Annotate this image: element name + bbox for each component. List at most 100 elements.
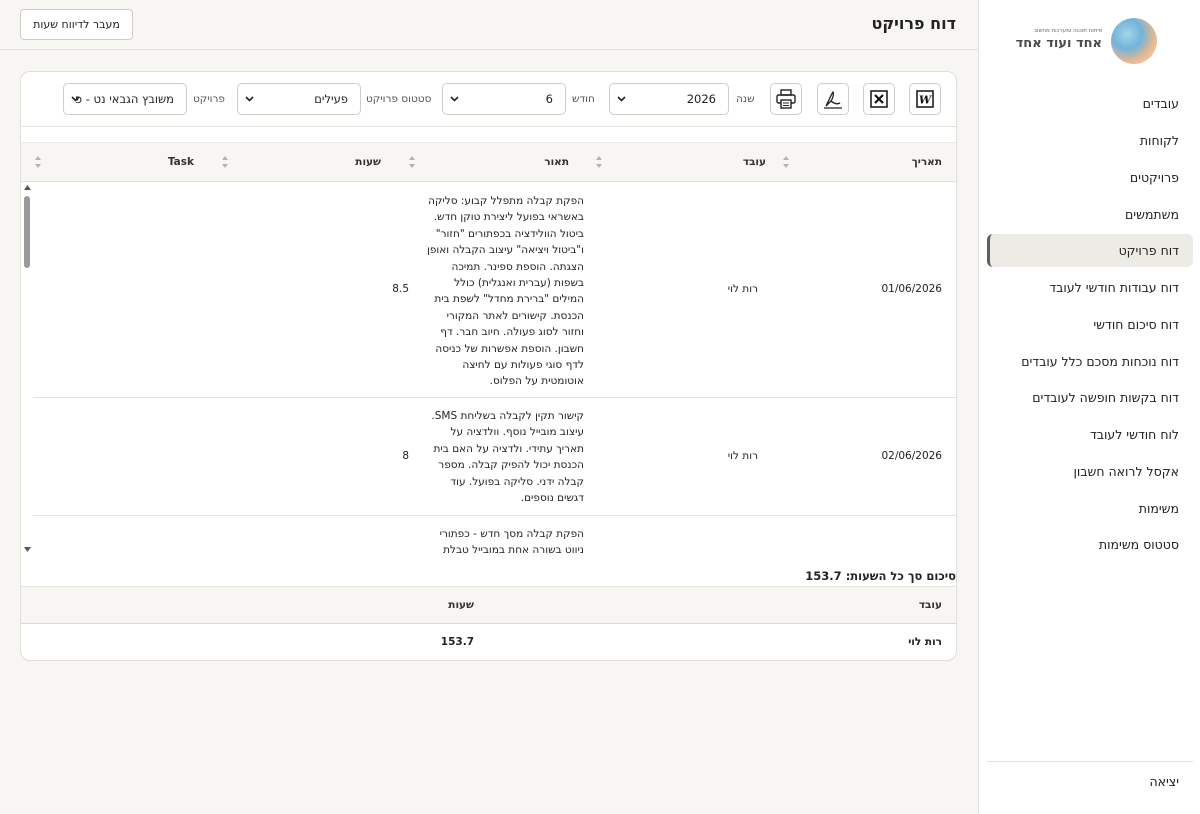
svg-text:W: W <box>919 94 933 107</box>
scroll-down-icon[interactable] <box>23 546 32 553</box>
scroll-up-icon[interactable] <box>23 184 32 191</box>
sidebar-item-monthly-work-report[interactable]: דוח עבודות חודשי לעובד <box>987 271 1193 304</box>
table-scrollbar[interactable] <box>21 182 35 560</box>
description-line: עיצוב מובייל נוסף. וולדציה על <box>450 426 585 439</box>
description-line: קישור תקין לקבלה בשליחת SMS. <box>431 410 584 422</box>
column-header-hours[interactable]: שעות <box>355 156 381 168</box>
logo-title: אחד ועוד אחד <box>1015 36 1102 51</box>
chevron-down-icon <box>245 96 254 102</box>
print-button[interactable] <box>770 83 802 115</box>
page-header: דוח פרויקט מעבר לדיווח שעות <box>0 0 978 50</box>
row-hours: 8 <box>402 450 409 462</box>
month-value: 6 <box>545 92 553 106</box>
sidebar-item-monthly-summary[interactable]: דוח סיכום חודשי <box>987 308 1193 341</box>
summary-table-header: עובד שעות <box>21 586 956 624</box>
project-label: פרויקט <box>193 93 225 105</box>
chevron-down-icon <box>617 96 626 102</box>
description-line: הצגתה. הוספת ספינר. תמיכה <box>451 260 584 273</box>
sidebar-item-projects[interactable]: פרויקטים <box>987 161 1193 194</box>
description-line: חשבון. הוספת אפשרות של כניסה <box>435 342 584 355</box>
year-label: שנה <box>736 93 755 105</box>
row-employee: רות לוי <box>727 450 758 462</box>
sort-icon[interactable] <box>34 154 42 170</box>
row-hours: 8.5 <box>392 283 409 295</box>
description-line: לדף סוגי פעולות עם לחיצה <box>462 359 584 372</box>
sidebar-item-attendance-report[interactable]: דוח נוכחות מסכם כלל עובדים <box>987 345 1193 378</box>
year-select[interactable]: 2026 <box>609 83 729 115</box>
table-header: תאריך עובד תאור שעות Task <box>21 142 956 182</box>
report-card: W שנה 2026 חודש 6 סטטוס פרויקט פעילים פר… <box>20 71 957 661</box>
table-row: הפקת קבלה מסך חדש - כפתורי ניווט בשורה אח… <box>33 516 956 560</box>
row-date: 02/06/2026 <box>881 450 942 462</box>
description-line: ביטול הוולידציה בכפתורים "חזור" <box>435 227 584 240</box>
description-line: דגשים נוספים. <box>520 492 584 505</box>
print-icon <box>776 89 796 109</box>
project-value: משובץ הגבאי נט - פ <box>74 92 174 106</box>
sidebar-item-monthly-calendar[interactable]: לוח חודשי לעובד <box>987 418 1193 451</box>
sort-icon[interactable] <box>408 154 416 170</box>
sidebar-divider <box>987 761 1193 762</box>
filter-bar: W שנה 2026 חודש 6 סטטוס פרויקט פעילים פר… <box>21 72 956 127</box>
row-date: 01/06/2026 <box>881 283 942 295</box>
summary-employee: רות לוי <box>908 636 942 648</box>
chevron-down-icon <box>450 96 459 102</box>
project-select[interactable]: משובץ הגבאי נט - פ <box>63 83 187 115</box>
description-line: הכנסת. קישורים לאתר המקורי <box>446 309 584 322</box>
description-line: ניווט בשורה אחת במובייל טבלת <box>443 544 584 557</box>
export-excel-button[interactable] <box>863 83 895 115</box>
sidebar-item-tasks[interactable]: משימות <box>987 492 1193 525</box>
sort-icon[interactable] <box>595 154 603 170</box>
summary-column-hours: שעות <box>448 599 474 611</box>
sidebar-item-task-status[interactable]: סטטוס משימות <box>987 528 1193 561</box>
summary-total-hours: סיכום סך כל השעות: 153.7 <box>805 569 956 583</box>
scrollbar-thumb[interactable] <box>24 196 30 268</box>
column-header-date[interactable]: תאריך <box>912 156 942 168</box>
sidebar-item-accountant-excel[interactable]: אקסל לרואה חשבון <box>987 455 1193 488</box>
project-status-label: סטטוס פרויקט <box>366 93 432 105</box>
description-line: וחזור לסוג פעולה. חיוב חבר. דף <box>440 326 584 339</box>
description-line: המילים "ברירת מחדל" לשפת בית <box>434 293 584 306</box>
logout-link[interactable]: יציאה <box>987 768 1193 796</box>
sort-icon[interactable] <box>221 154 229 170</box>
description-line: הפקת קבלה מתפלל קבוע: סליקה <box>428 195 584 207</box>
export-word-button[interactable]: W <box>909 83 941 115</box>
summary-table-row: רות לוי 153.7 <box>21 624 956 660</box>
description-line: אוטומטית על הפלוס. <box>489 375 584 388</box>
month-select[interactable]: 6 <box>442 83 566 115</box>
column-header-task[interactable]: Task <box>168 156 194 168</box>
row-description: קישור תקין לקבלה בשליחת SMS. עיצוב מובייל… <box>431 408 584 506</box>
pdf-icon <box>824 90 842 109</box>
sidebar-item-users[interactable]: משתמשים <box>987 198 1193 231</box>
row-description: הפקת קבלה מסך חדש - כפתורי ניווט בשורה אח… <box>440 526 584 559</box>
chevron-down-icon <box>71 96 80 102</box>
description-line: קבלה ידני. סליקה בפועל. עוד <box>450 475 584 488</box>
sidebar-item-employees[interactable]: עובדים <box>987 87 1193 120</box>
summary-hours: 153.7 <box>440 636 474 648</box>
description-line: הפקת קבלה מסך חדש - כפתורי <box>439 528 584 540</box>
page-title: דוח פרויקט <box>871 14 956 33</box>
description-line: תאריך עתידי. ולדציה על האם בית <box>433 442 584 455</box>
export-pdf-button[interactable] <box>817 83 849 115</box>
sidebar-item-vacation-requests[interactable]: דוח בקשות חופשה לעובדים <box>987 381 1193 414</box>
excel-icon <box>870 90 888 108</box>
word-icon: W <box>916 90 934 108</box>
column-header-employee[interactable]: עובד <box>743 156 766 168</box>
sidebar-item-customers[interactable]: לקוחות <box>987 124 1193 157</box>
logo-circle-icon <box>1111 18 1157 64</box>
row-description: הפקת קבלה מתפלל קבוע: סליקה באשראי בפועל … <box>427 193 584 390</box>
table-body: 01/06/2026 רות לוי הפקת קבלה מתפלל קבוע:… <box>33 182 956 560</box>
summary-column-employee: עובד <box>918 599 942 611</box>
row-employee: רות לוי <box>727 283 758 295</box>
column-header-description[interactable]: תאור <box>544 156 569 168</box>
goto-hours-report-button[interactable]: מעבר לדיווח שעות <box>20 9 133 40</box>
description-line: הכנסת יכול להפיק קבלה. מספר <box>438 459 584 472</box>
table-row: 01/06/2026 רות לוי הפקת קבלה מתפלל קבוע:… <box>33 182 956 398</box>
description-line: ו"ביטול ויציאה" עיצוב הקבלה ואופן <box>426 244 584 257</box>
project-status-select[interactable]: פעילים <box>237 83 361 115</box>
sort-icon[interactable] <box>782 154 790 170</box>
company-logo: פיתוח תוכנה ומערכות מחשוב אחד ועוד אחד <box>1016 18 1158 68</box>
sidebar-item-project-report[interactable]: דוח פרויקט <box>987 234 1193 267</box>
table-row: 02/06/2026 רות לוי קישור תקין לקבלה בשלי… <box>33 398 956 516</box>
project-status-value: פעילים <box>314 92 348 106</box>
description-line: באשראי בפועל ליצירת טוקן חדש. <box>433 211 584 224</box>
